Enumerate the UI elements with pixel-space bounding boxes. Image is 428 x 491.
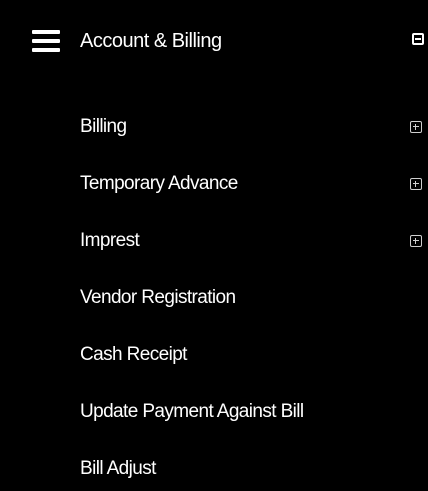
hamburger-menu-icon[interactable] [32,30,60,52]
menu-item-label: Temporary Advance [80,173,238,194]
menu-item-label: Billing [80,116,127,137]
menu-item-cash-receipt[interactable]: Cash Receipt [0,335,428,375]
menu-item-label: Update Payment Against Bill [80,401,304,422]
account-billing-menu: Account & Billing Billing Temporary Adva… [0,0,428,491]
menu-item-label: Cash Receipt [80,344,187,365]
expand-plus-box-icon[interactable] [410,121,422,133]
menu-item-bill-adjust[interactable]: Bill Adjust [0,449,428,489]
menu-item-update-payment-against-bill[interactable]: Update Payment Against Bill [0,392,428,432]
account-billing-header[interactable]: Account & Billing [0,0,428,80]
hamburger-line-top [32,30,60,34]
expand-plus-box-icon[interactable] [410,178,422,190]
hamburger-line-bottom [32,48,60,52]
menu-item-label: Bill Adjust [80,458,156,479]
menu-item-billing[interactable]: Billing [0,107,428,147]
menu-item-temporary-advance[interactable]: Temporary Advance [0,164,428,204]
menu-item-vendor-registration[interactable]: Vendor Registration [0,278,428,318]
expand-plus-box-icon[interactable] [410,235,422,247]
menu-item-imprest[interactable]: Imprest [0,221,428,261]
collapse-minus-box-icon[interactable] [412,33,424,45]
account-billing-label: Account & Billing [80,30,222,52]
hamburger-line-middle [32,39,60,43]
menu-item-label: Imprest [80,230,140,251]
menu-item-label: Vendor Registration [80,287,236,308]
